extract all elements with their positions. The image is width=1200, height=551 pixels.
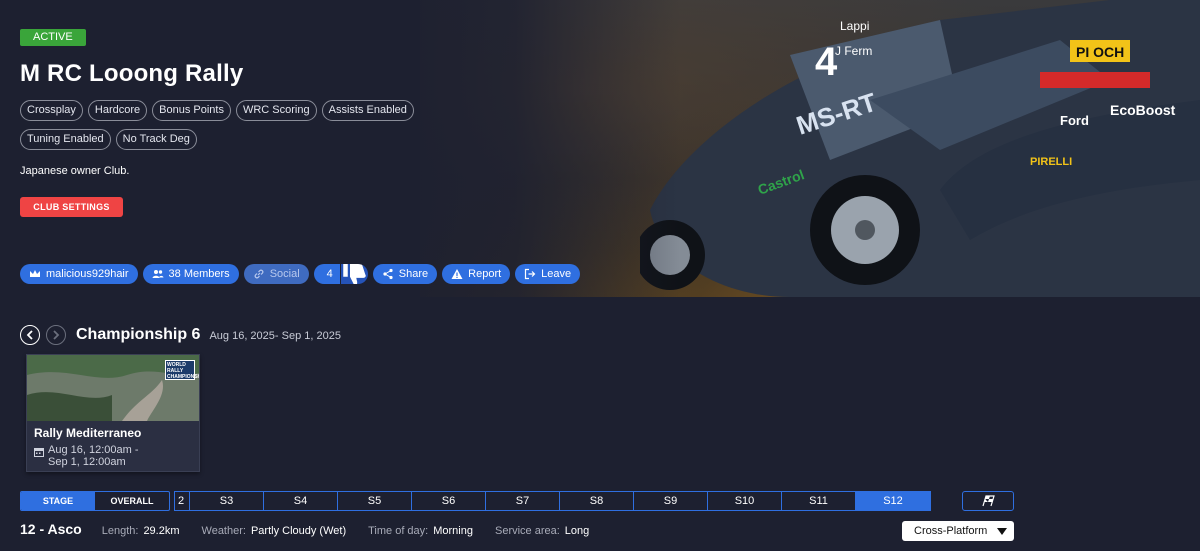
users-icon	[152, 270, 164, 278]
event-card[interactable]: WORLD RALLY CHAMPIONSHIP Rally Mediterra…	[26, 354, 200, 472]
club-actions: malicious929hair 38 Members Social 4 Sha…	[20, 264, 581, 284]
stage-tab-s4[interactable]: S4	[264, 492, 338, 510]
stage-tab-s8[interactable]: S8	[560, 492, 634, 510]
members-count: 38 Members	[168, 268, 230, 280]
championship-name: Championship 6	[76, 326, 201, 343]
share-button[interactable]: Share	[372, 264, 438, 284]
tab-overall[interactable]: OVERALL	[95, 492, 169, 510]
club-settings-button[interactable]: CLUB SETTINGS	[20, 197, 123, 217]
event-date: Aug 16, 12:00am - Sep 1, 12:00am	[34, 444, 139, 468]
service-area-value: Long	[564, 525, 590, 537]
checkered-flag-icon	[982, 495, 995, 507]
tag-assists-enabled: Assists Enabled	[321, 100, 414, 121]
next-championship-button[interactable]	[46, 325, 66, 345]
leave-label: Leave	[541, 268, 572, 280]
length-label: Length:	[101, 525, 139, 537]
weather-label: Weather:	[201, 525, 246, 537]
social-label: Social	[269, 268, 300, 280]
platform-select-value: Cross-Platform	[914, 525, 988, 537]
calendar-icon	[34, 448, 44, 457]
platform-select[interactable]: Cross-Platform	[902, 521, 1014, 541]
thumbs-down-icon	[343, 264, 366, 284]
stage-tab-s5[interactable]: S5	[338, 492, 412, 510]
car-plate: PI OCH	[1076, 44, 1124, 60]
stage-tab-s9[interactable]: S9	[634, 492, 708, 510]
stage-tab-2[interactable]: 2	[175, 492, 190, 510]
members-button[interactable]: 38 Members	[142, 264, 239, 284]
event-date-end: Sep 1, 12:00am	[48, 456, 126, 468]
tag-wrc-scoring: WRC Scoring	[235, 100, 317, 121]
leave-button[interactable]: Leave	[515, 264, 581, 284]
club-title: M RC Looong Rally	[20, 60, 244, 87]
stage-tab-s12[interactable]: S12	[856, 492, 930, 510]
service-area-label: Service area:	[494, 525, 560, 537]
time-of-day-label: Time of day:	[368, 525, 429, 537]
championship-dates: Aug 16, 2025- Sep 1, 2025	[209, 330, 341, 342]
tag-bonus-points: Bonus Points	[152, 100, 231, 121]
share-icon	[383, 268, 393, 280]
link-icon	[254, 269, 264, 279]
length-value: 29.2km	[143, 525, 180, 537]
event-name: Rally Mediterraneo	[34, 426, 142, 440]
prev-championship-button[interactable]	[20, 325, 40, 345]
stage-tabs: 2 S3 S4 S5 S6 S7 S8 S9 S10 S11 S12	[174, 491, 931, 511]
time-of-day-value: Morning	[433, 525, 473, 537]
event-date-start: Aug 16, 12:00am -	[48, 444, 139, 456]
wrc-logo: WORLD RALLY CHAMPIONSHIP	[165, 360, 199, 380]
weather-value: Partly Cloudy (Wet)	[250, 525, 347, 537]
stage-info: 12 - Asco Length: 29.2km Weather: Partly…	[20, 521, 611, 537]
tab-stage[interactable]: STAGE	[21, 492, 95, 510]
tag-crossplay: Crossplay	[20, 100, 83, 121]
warning-icon	[451, 269, 463, 279]
chevron-right-icon	[53, 330, 60, 340]
stage-tab-s3[interactable]: S3	[190, 492, 264, 510]
caret-down-icon	[997, 528, 1007, 535]
car-crew-2: J Ferm	[835, 44, 872, 58]
stage-title: 12 - Asco	[20, 521, 82, 537]
vote-group: 4	[313, 264, 368, 284]
chevron-left-icon	[26, 330, 33, 340]
owner-button[interactable]: malicious929hair	[20, 264, 138, 284]
owner-name: malicious929hair	[46, 268, 129, 280]
report-label: Report	[468, 268, 502, 280]
stage-tab-s6[interactable]: S6	[412, 492, 486, 510]
finish-flag-button[interactable]	[962, 491, 1014, 511]
social-button[interactable]: Social	[243, 264, 309, 284]
like-count: 4	[326, 268, 333, 280]
crown-icon	[30, 270, 40, 277]
like-button[interactable]: 4	[313, 264, 340, 284]
stage-tab-s11[interactable]: S11	[782, 492, 856, 510]
car-crew-1: Lappi	[840, 19, 869, 33]
status-badge: ACTIVE	[20, 29, 86, 46]
exit-icon	[525, 268, 536, 280]
stage-tab-s10[interactable]: S10	[708, 492, 782, 510]
stage-tab-s7[interactable]: S7	[486, 492, 560, 510]
club-description: Japanese owner Club.	[20, 165, 130, 177]
tag-hardcore: Hardcore	[87, 100, 148, 121]
rally-car-image: 4 Lappi J Ferm MS-RT PI OCH Castrol Ford…	[640, 0, 1200, 297]
championship-header: Championship 6 Aug 16, 2025- Sep 1, 2025	[20, 325, 341, 345]
sponsor-ford: Ford	[1060, 113, 1089, 128]
event-thumbnail: WORLD RALLY CHAMPIONSHIP	[27, 355, 199, 421]
club-tags: Crossplay Hardcore Bonus Points WRC Scor…	[20, 100, 480, 150]
tag-no-track-deg: No Track Deg	[115, 129, 197, 150]
dislike-button[interactable]	[339, 264, 368, 284]
sponsor-ecoboost: EcoBoost	[1110, 102, 1176, 118]
sponsor-pirelli: PIRELLI	[1030, 156, 1072, 168]
report-button[interactable]: Report	[442, 264, 511, 284]
mode-tabs: STAGE OVERALL	[20, 491, 170, 511]
tag-tuning-enabled: Tuning Enabled	[20, 129, 111, 150]
share-label: Share	[398, 268, 429, 280]
